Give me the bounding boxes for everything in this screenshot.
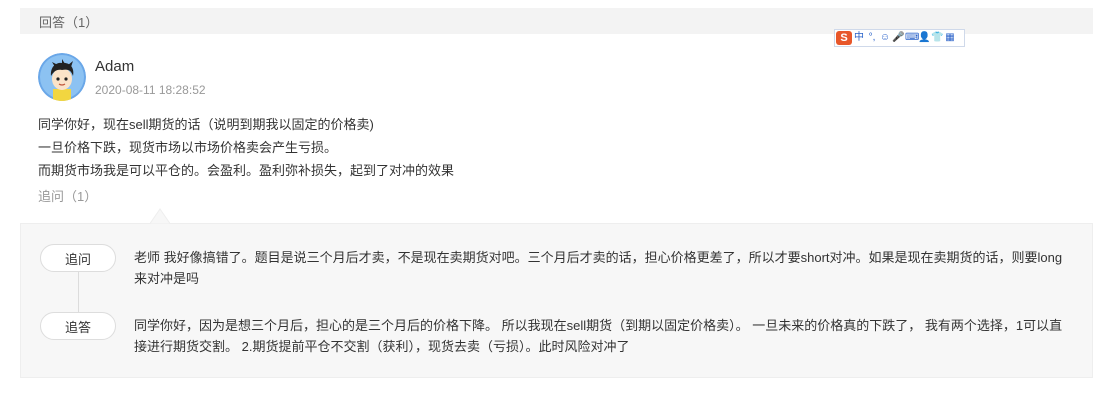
ime-user-icon[interactable]: 👤 bbox=[918, 31, 930, 45]
cartoon-boy-avatar-icon bbox=[38, 53, 86, 101]
followup-count-link[interactable]: 追问（1） bbox=[38, 186, 97, 205]
ime-toolbox-icon[interactable]: ▦ bbox=[944, 31, 956, 45]
ime-chinese-mode-icon[interactable]: 中 bbox=[853, 31, 865, 45]
avatar[interactable] bbox=[38, 53, 86, 101]
ime-skin-icon[interactable]: 👕 bbox=[931, 31, 943, 45]
answer-timestamp: 2020-08-11 18:28:52 bbox=[95, 83, 206, 97]
answers-count-label: 回答（1） bbox=[39, 15, 99, 30]
followup-question-text: 老师 我好像搞错了。题目是说三个月后才卖，不是现在卖期货对吧。三个月后才卖的话，… bbox=[134, 250, 1063, 286]
ime-emoji-icon[interactable]: ☺ bbox=[879, 31, 891, 45]
ime-punctuation-icon[interactable]: °, bbox=[866, 31, 878, 45]
panel-caret-icon bbox=[150, 208, 170, 224]
answer-line: 一旦价格下跌，现货市场以市场价格卖会产生亏损。 bbox=[38, 140, 338, 155]
followup-answer-text: 同学你好，因为是想三个月后，担心的是三个月后的价格下降。 所以我现在sell期货… bbox=[134, 318, 1063, 354]
answer-author-name[interactable]: Adam bbox=[95, 58, 134, 75]
answer-line: 同学你好，现在sell期货的话（说明到期我以固定的价格卖) bbox=[38, 117, 374, 132]
answer-line: 而期货市场我是可以平仓的。会盈利。盈利弥补损失，起到了对冲的效果 bbox=[38, 163, 455, 178]
ime-voice-icon[interactable]: 🎤 bbox=[892, 31, 904, 45]
answer-body: 同学你好，现在sell期货的话（说明到期我以固定的价格卖) 一旦价格下跌，现货市… bbox=[38, 113, 1068, 182]
thread-connector-line bbox=[78, 272, 79, 312]
ime-keyboard-icon[interactable]: ⌨ bbox=[905, 31, 919, 45]
followup-question-tag: 追问 bbox=[40, 244, 116, 272]
ime-toolbar[interactable]: S 中 °, ☺ 🎤 ⌨ 👤 👕 ▦ bbox=[834, 29, 965, 47]
sogou-logo-icon[interactable]: S bbox=[836, 31, 852, 45]
followup-answer-tag: 追答 bbox=[40, 312, 116, 340]
